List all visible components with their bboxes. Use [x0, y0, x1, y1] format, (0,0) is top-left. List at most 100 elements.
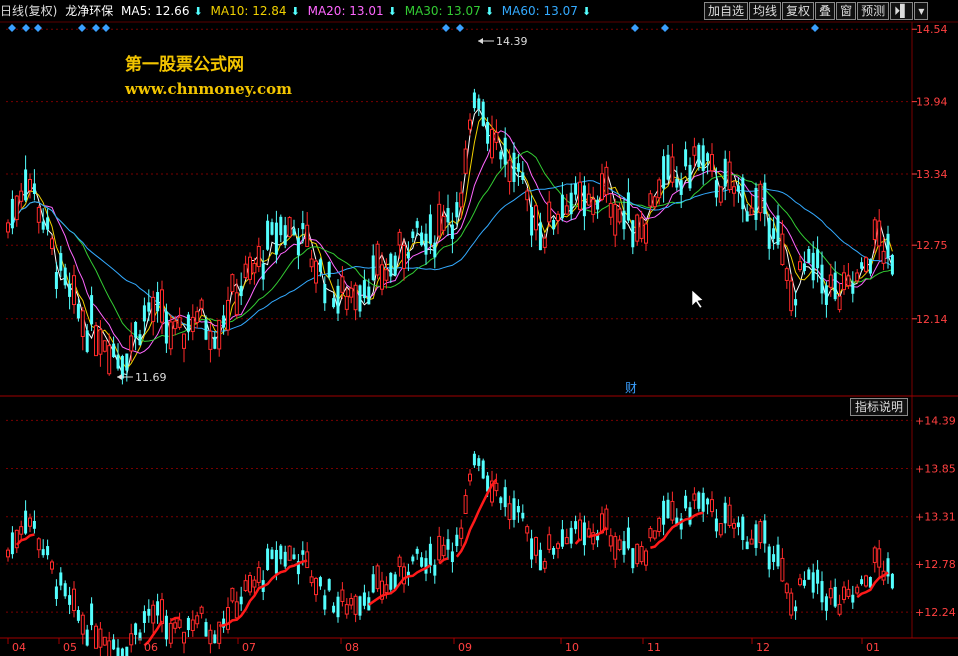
- indicator-tick-label: +13.85: [915, 463, 956, 476]
- month-label: 06: [144, 641, 158, 654]
- down-arrow-icon: ⬇: [290, 5, 300, 18]
- indicator-candle: [283, 551, 287, 567]
- indicator-candle: [274, 549, 278, 574]
- price-candle: [371, 255, 375, 281]
- menu-dropdown-icon[interactable]: ▾: [914, 2, 929, 20]
- price-candle: [217, 319, 222, 350]
- indicator-candle: [472, 453, 476, 466]
- indicator-candle: [754, 524, 758, 548]
- price-candle: [323, 284, 327, 304]
- indicator-candle: [578, 519, 582, 541]
- price-candle: [688, 164, 692, 189]
- price-tick-label: 13.34: [916, 168, 948, 181]
- price-candle: [490, 128, 494, 159]
- price-candle: [266, 220, 270, 250]
- indicator-candle: [213, 634, 217, 644]
- price-candle: [542, 237, 547, 248]
- price-candle: [851, 283, 855, 294]
- price-candle: [710, 154, 714, 172]
- indicator-candle: [521, 512, 525, 519]
- price-candle: [36, 207, 41, 223]
- price-candle: [59, 253, 63, 271]
- price-candle: [309, 258, 314, 268]
- down-arrow-icon: ⬇: [387, 5, 397, 18]
- indicator-candle: [824, 596, 828, 611]
- indicator-candle: [890, 573, 894, 589]
- indicator-candle: [736, 522, 740, 528]
- indicator-candle: [745, 541, 749, 550]
- signal-markers: [8, 24, 819, 32]
- price-candle: [596, 199, 600, 210]
- price-candle: [367, 286, 371, 305]
- indicator-candle: [763, 520, 767, 544]
- price-candle: [287, 217, 292, 238]
- indicator-candle: [494, 482, 499, 492]
- indicator-candle: [455, 534, 459, 547]
- price-candle: [503, 137, 507, 165]
- add-favorite-button[interactable]: 加自选: [704, 2, 749, 20]
- price-candle: [784, 268, 789, 281]
- indicator-trend-segment: [15, 533, 35, 546]
- price-candle: [437, 203, 442, 237]
- price-candle: [340, 276, 345, 293]
- indicator-candle: [468, 473, 472, 482]
- price-candle: [411, 231, 415, 239]
- kline-chart[interactable]: 14.5413.9413.3412.7512.14 +14.39+13.85+1…: [0, 0, 958, 656]
- indicator-candle: [420, 557, 424, 567]
- overlay-button[interactable]: 叠: [815, 2, 836, 20]
- month-label: 07: [242, 641, 256, 654]
- price-candle: [54, 272, 58, 289]
- finance-marker[interactable]: 财: [625, 381, 637, 395]
- price-candle: [63, 267, 67, 286]
- price-candle: [226, 299, 230, 331]
- indicator-candle: [336, 596, 340, 618]
- indicator-candle: [872, 547, 877, 563]
- moving-average-button[interactable]: 均线: [749, 2, 782, 20]
- price-candle: [80, 310, 85, 337]
- price-candle: [402, 245, 406, 269]
- signal-marker-icon: [78, 24, 86, 32]
- price-candle: [168, 321, 173, 350]
- adjust-price-button[interactable]: 复权: [782, 2, 815, 20]
- indicator-candle: [19, 526, 24, 535]
- price-candle: [384, 269, 389, 281]
- window-button[interactable]: 窗: [836, 2, 857, 20]
- price-candle: [600, 173, 604, 200]
- price-candle: [547, 201, 552, 223]
- indicator-candle: [657, 517, 662, 533]
- indicator-tick-label: +13.31: [915, 511, 956, 524]
- price-candle: [468, 119, 472, 130]
- price-candle: [828, 274, 833, 288]
- price-candle: [842, 272, 846, 291]
- price-candle: [745, 211, 749, 222]
- period-label[interactable]: 日线(复权): [0, 4, 57, 18]
- nav-next-icon[interactable]: ⏵▌: [890, 2, 914, 20]
- indicator-candle: [120, 648, 124, 656]
- indicator-candle: [98, 628, 103, 648]
- price-candle: [684, 149, 688, 167]
- indicator-candle: [569, 527, 573, 544]
- month-label: 11: [647, 641, 661, 654]
- chart-header: 日线(复权) 龙净环保 MA5: 12.66 ⬇ MA10: 12.84 ⬇ MA2…: [0, 0, 705, 22]
- forecast-button[interactable]: 预测: [857, 2, 890, 20]
- price-candle: [107, 345, 112, 375]
- indicator-candle: [353, 595, 358, 615]
- indicator-candle: [851, 594, 855, 603]
- indicator-candle: [80, 614, 85, 635]
- indicator-candle: [190, 619, 195, 631]
- indicator-candle: [50, 561, 54, 570]
- price-candle: [837, 295, 842, 311]
- price-candle: [723, 158, 727, 187]
- indicator-candle: [564, 537, 569, 545]
- indicator-candle: [270, 549, 274, 559]
- price-candle: [507, 159, 512, 182]
- price-candle: [648, 193, 653, 207]
- price-tick-label: 13.94: [916, 96, 948, 109]
- indicator-candle: [151, 604, 156, 624]
- indicator-info-button[interactable]: 指标说明: [850, 398, 909, 416]
- indicator-candle: [842, 586, 846, 600]
- price-candle: [538, 222, 542, 251]
- price-candle: [635, 214, 640, 242]
- price-candle: [714, 180, 718, 198]
- indicator-candle: [816, 569, 820, 584]
